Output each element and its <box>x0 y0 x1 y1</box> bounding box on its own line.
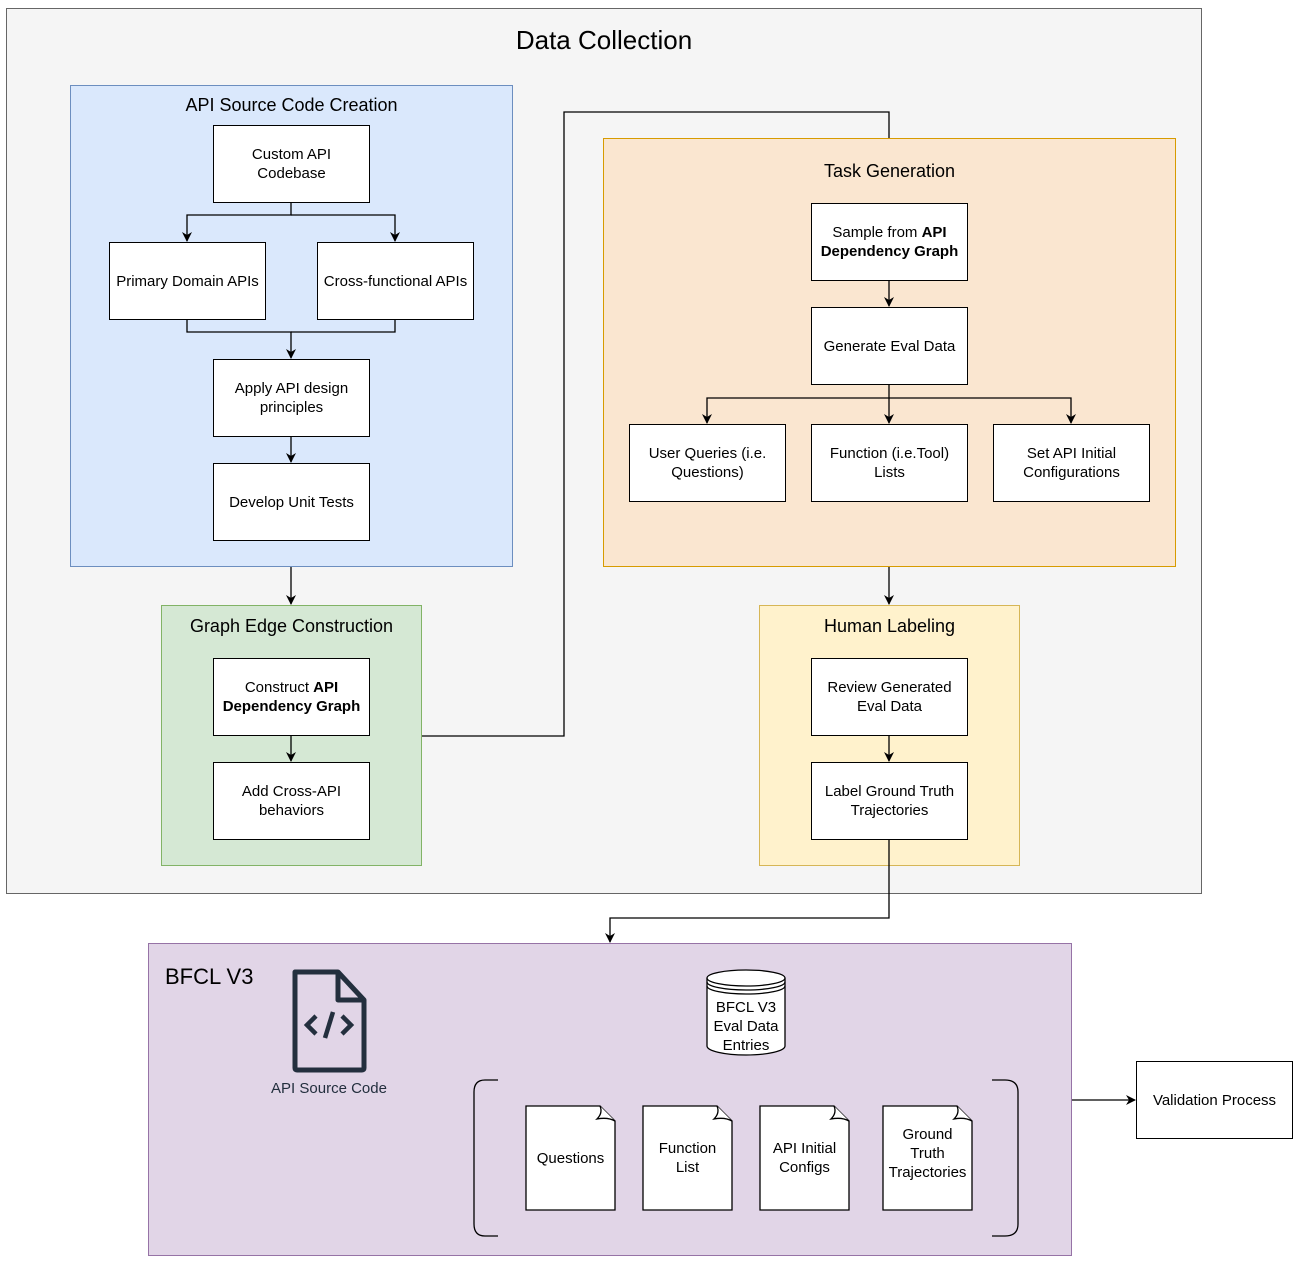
document-api-initial-configs[interactable]: API Initial Configs <box>759 1105 850 1211</box>
cross-functional-apis-node[interactable]: Cross-functional APIs <box>317 242 474 320</box>
api-source-code-label: API Source Code <box>271 1080 387 1097</box>
document-ground-truth-trajectories[interactable]: Ground Truth Trajectories <box>882 1105 973 1211</box>
document-label: Ground Truth Trajectories <box>888 1125 967 1181</box>
group-title: Human Labeling <box>823 616 956 636</box>
text-bold: Dependency Graph <box>820 243 959 260</box>
develop-unit-tests-node[interactable]: Develop Unit Tests <box>213 463 370 541</box>
custom-api-codebase-node[interactable]: Custom API Codebase <box>213 125 370 203</box>
validation-process-node[interactable]: Validation Process <box>1136 1061 1293 1139</box>
label-ground-truth-trajectories-node[interactable]: Label Ground Truth Trajectories <box>811 762 968 840</box>
database-label: BFCL V3 Eval Data Entries <box>713 999 779 1054</box>
text-bold: Dependency Graph <box>222 698 361 715</box>
group-title: Graph Edge Construction <box>189 616 394 636</box>
add-cross-api-behaviors-node[interactable]: Add Cross-API behaviors <box>213 762 370 840</box>
source-code-file-icon <box>292 969 367 1073</box>
function-lists-node[interactable]: Function (i.e.Tool) Lists <box>811 424 968 502</box>
node-line-1: Construct API <box>245 678 338 697</box>
group-title: API Source Code Creation <box>185 95 398 115</box>
document-questions[interactable]: Questions <box>525 1105 616 1211</box>
bfcl-v3-title: BFCL V3 <box>165 964 254 989</box>
document-label: Questions <box>536 1149 605 1167</box>
node-line-1: Sample from API <box>832 223 946 242</box>
document-label: Function List <box>658 1140 717 1176</box>
review-generated-eval-data-node[interactable]: Review Generated Eval Data <box>811 658 968 736</box>
sample-from-api-dependency-graph-node[interactable]: Sample from API Dependency Graph <box>811 203 968 281</box>
construct-api-dependency-graph-node[interactable]: Construct API Dependency Graph <box>213 658 370 736</box>
text-prefix: Construct <box>244 679 314 696</box>
text-prefix: Sample from <box>832 224 922 241</box>
primary-domain-apis-node[interactable]: Primary Domain APIs <box>109 242 266 320</box>
document-function-list[interactable]: Function List <box>642 1105 733 1211</box>
group-title: Task Generation <box>823 161 956 181</box>
set-api-initial-configurations-node[interactable]: Set API Initial Configurations <box>993 424 1150 502</box>
document-label: API Initial Configs <box>772 1140 837 1176</box>
apply-api-design-principles-node[interactable]: Apply API design principles <box>213 359 370 437</box>
data-collection-title: Data Collection <box>515 25 693 55</box>
generate-eval-data-node[interactable]: Generate Eval Data <box>811 307 968 385</box>
text-bold: API <box>921 224 947 241</box>
user-queries-node[interactable]: User Queries (i.e. Questions) <box>629 424 786 502</box>
text-bold: API <box>313 679 339 696</box>
